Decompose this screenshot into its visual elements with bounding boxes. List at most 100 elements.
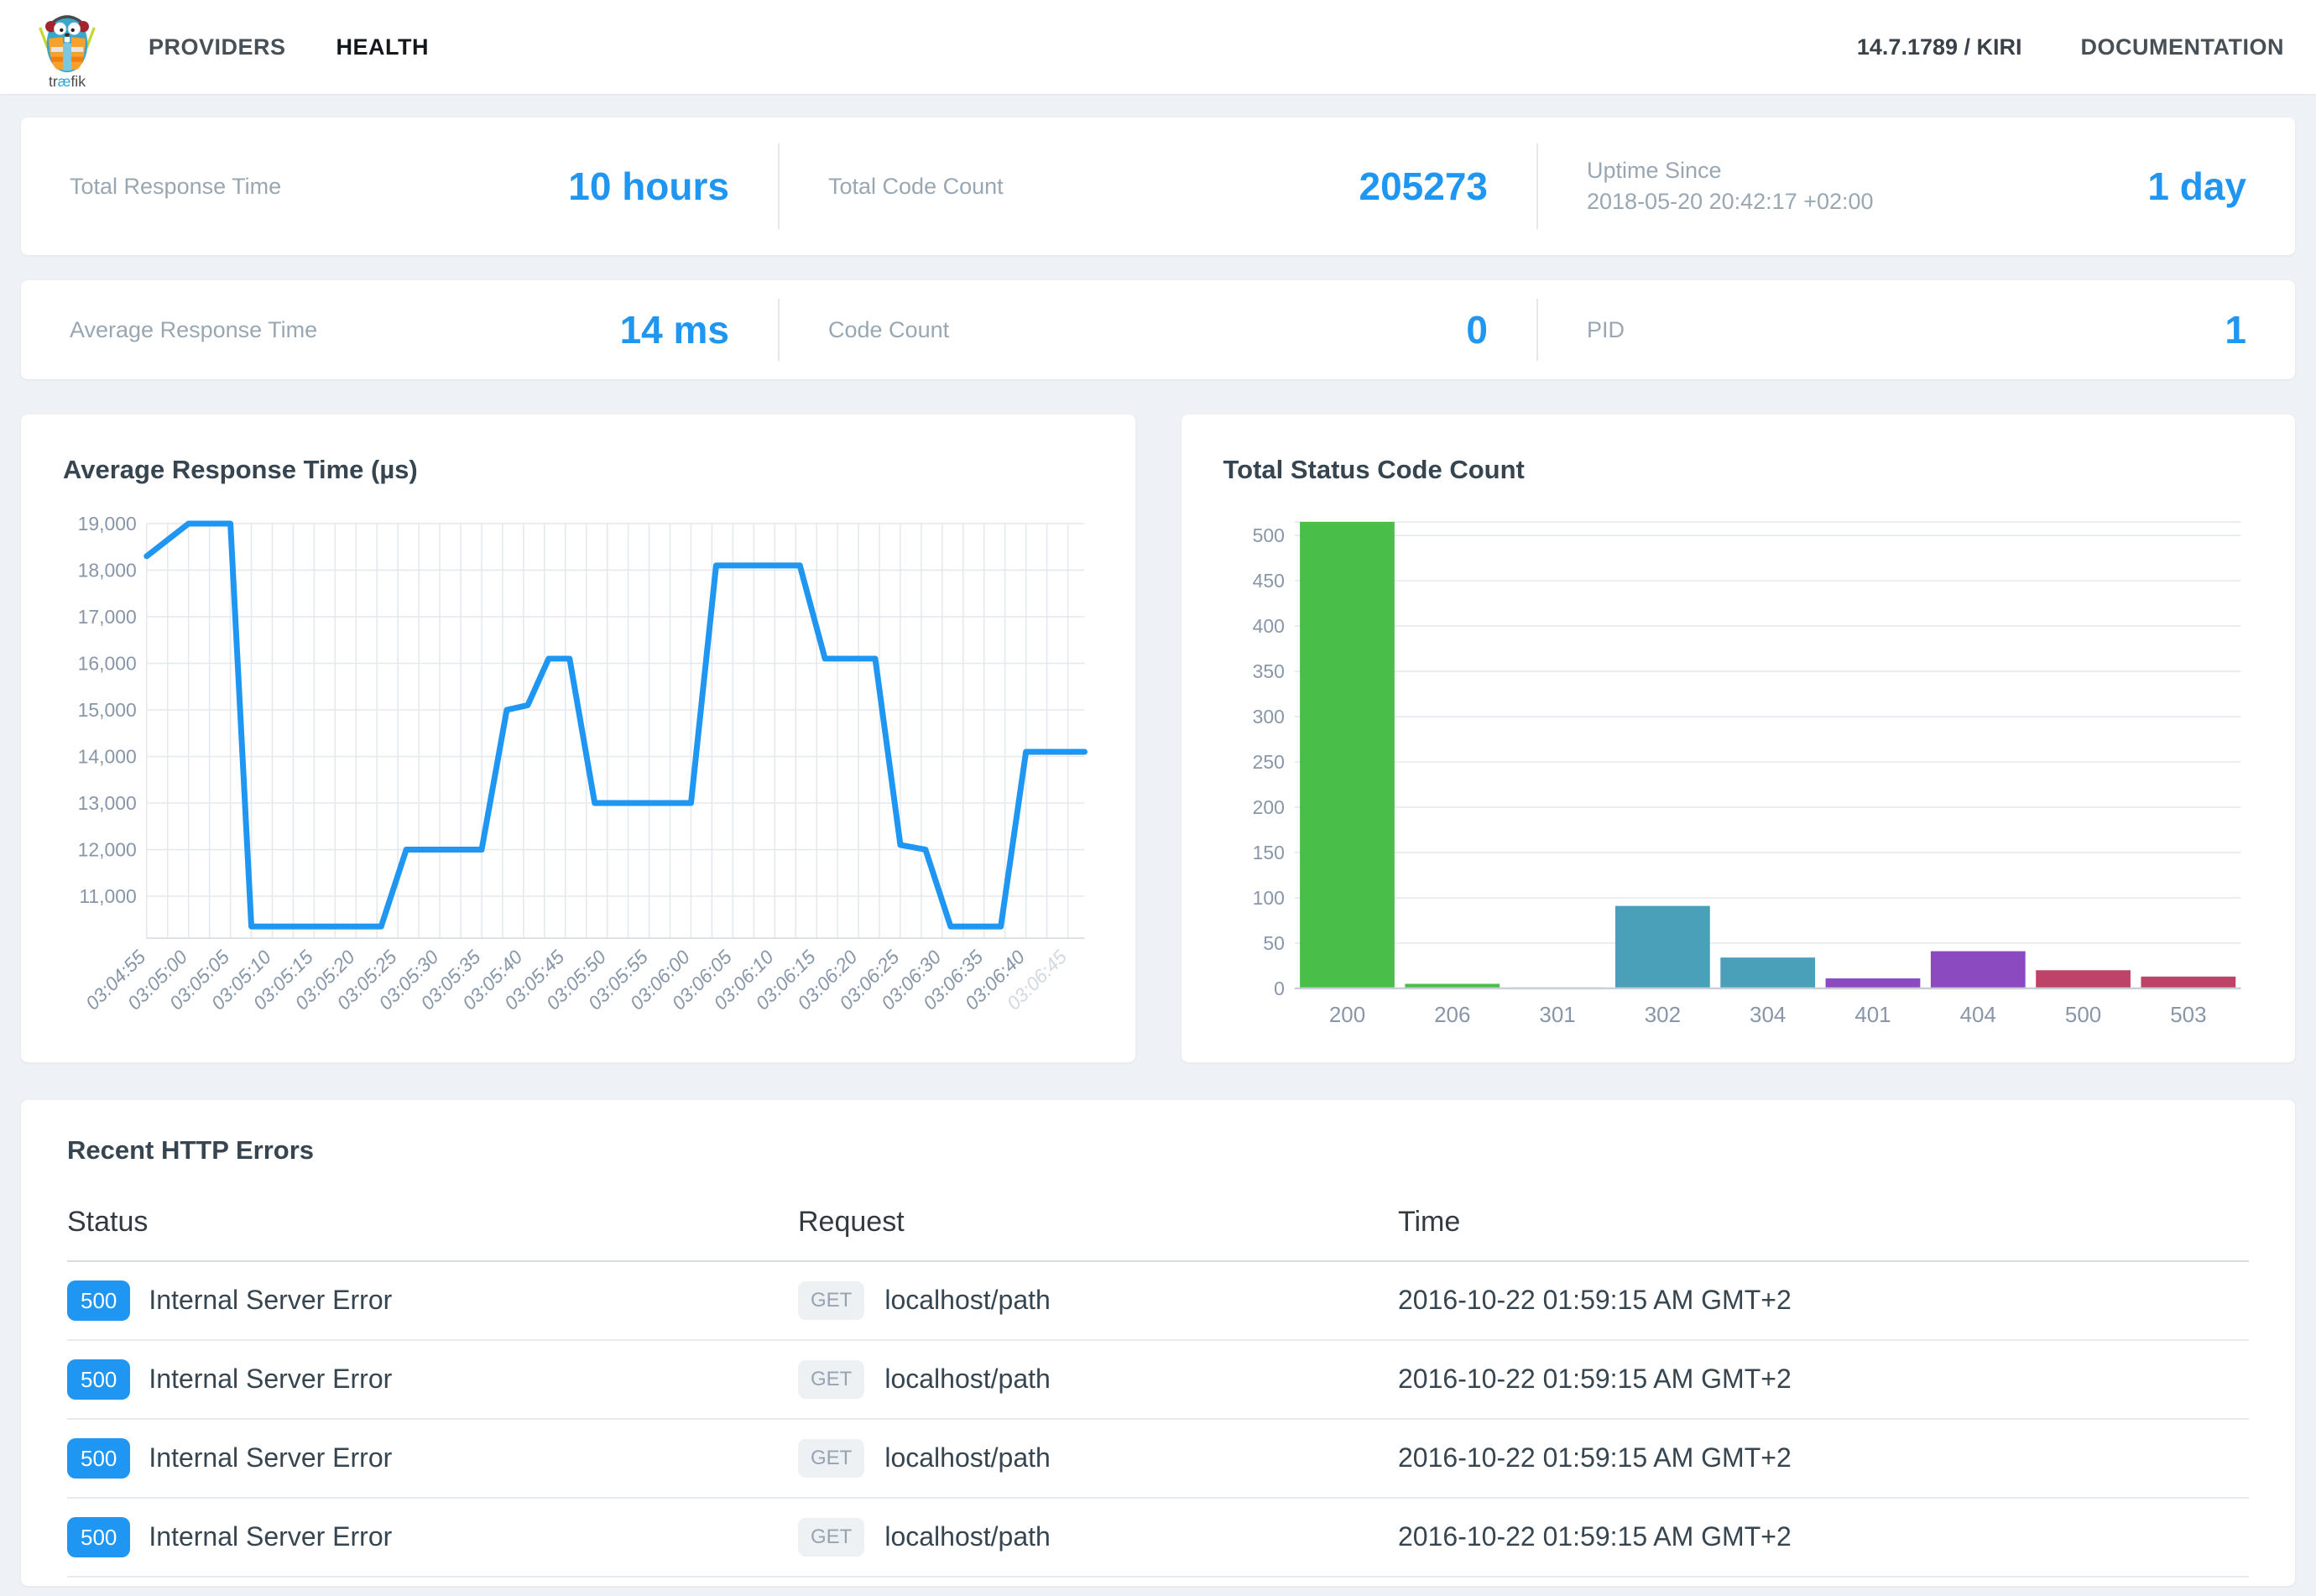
response-time-chart-title: Average Response Time (µs) <box>63 455 1093 485</box>
errors-table-header: Status Request Time <box>67 1197 2249 1262</box>
http-method-badge: GET <box>798 1281 864 1320</box>
errors-table: Status Request Time 500 Internal Server … <box>67 1197 2249 1578</box>
stat-value: 1 day <box>2147 164 2246 209</box>
main-content: Total Response Time 10 hours Total Code … <box>0 94 2316 1586</box>
svg-text:18,000: 18,000 <box>78 559 137 581</box>
stat-total-code-count: Total Code Count 205273 <box>780 117 1536 255</box>
stat-value: 205273 <box>1359 164 1489 209</box>
svg-text:14,000: 14,000 <box>78 745 137 767</box>
svg-text:200: 200 <box>1252 796 1284 818</box>
status-code-badge: 500 <box>67 1359 130 1400</box>
svg-text:404: 404 <box>1959 1004 1995 1027</box>
table-row: 500 Internal Server Error GET localhost/… <box>67 1262 2249 1341</box>
status-code-badge: 500 <box>67 1280 130 1321</box>
status-code-bar-chart: 0 50 100 150 200 250 300 350 400 450 500 200 206 301 3… <box>1223 514 2254 1037</box>
nav-link-health[interactable]: HEALTH <box>336 34 430 60</box>
column-header-time: Time <box>1398 1206 2249 1239</box>
table-row: 500 Internal Server Error GET localhost/… <box>67 1420 2249 1499</box>
http-method-badge: GET <box>798 1360 864 1399</box>
nav-link-documentation[interactable]: DOCUMENTATION <box>2081 34 2284 60</box>
status-text: Internal Server Error <box>149 1521 392 1552</box>
svg-text:304: 304 <box>1750 1004 1786 1027</box>
brand-logo[interactable]: træfik <box>32 3 102 91</box>
svg-text:301: 301 <box>1539 1004 1575 1027</box>
svg-text:17,000: 17,000 <box>78 606 137 628</box>
svg-text:15,000: 15,000 <box>78 699 137 721</box>
stat-average-response-time: Average Response Time 14 ms <box>21 280 778 379</box>
stat-value: 10 hours <box>568 164 729 209</box>
status-text: Internal Server Error <box>149 1285 392 1316</box>
svg-text:302: 302 <box>1644 1004 1680 1027</box>
stat-value: 14 ms <box>620 307 729 352</box>
stat-total-response-time: Total Response Time 10 hours <box>21 117 778 255</box>
svg-text:500: 500 <box>2064 1004 2100 1027</box>
error-time: 2016-10-22 01:59:15 AM GMT+2 <box>1398 1442 2249 1473</box>
response-time-chart-panel: Average Response Time (µs) 11,00012,0001… <box>21 415 1135 1062</box>
svg-text:300: 300 <box>1252 706 1284 728</box>
nav-link-providers[interactable]: PROVIDERS <box>149 34 286 60</box>
http-method-badge: GET <box>798 1518 864 1557</box>
stats-card-averages: Average Response Time 14 ms Code Count 0… <box>21 280 2295 379</box>
request-path: localhost/path <box>884 1285 1050 1316</box>
stat-label: PID <box>1587 317 1625 343</box>
svg-text:50: 50 <box>1263 932 1285 954</box>
error-time: 2016-10-22 01:59:15 AM GMT+2 <box>1398 1521 2249 1552</box>
stat-label: Uptime Since <box>1587 158 1874 184</box>
svg-text:250: 250 <box>1252 751 1284 773</box>
svg-text:150: 150 <box>1252 842 1284 863</box>
svg-text:100: 100 <box>1252 887 1284 909</box>
stat-label: Average Response Time <box>70 317 317 343</box>
traefik-health-dashboard: træfik PROVIDERS HEALTH 14.7.1789 / KIRI… <box>0 0 2316 1596</box>
stat-value: 1 <box>2225 307 2246 352</box>
charts-row: Average Response Time (µs) 11,00012,0001… <box>21 415 2295 1062</box>
traefik-gopher-icon: træfik <box>32 3 102 91</box>
svg-text:503: 503 <box>2170 1004 2206 1027</box>
stat-uptime-since: Uptime Since 2018-05-20 20:42:17 +02:00 … <box>1538 117 2295 255</box>
svg-text:16,000: 16,000 <box>78 652 137 674</box>
stats-card-totals: Total Response Time 10 hours Total Code … <box>21 117 2295 255</box>
status-code-badge: 500 <box>67 1517 130 1557</box>
recent-http-errors-title: Recent HTTP Errors <box>67 1135 2249 1166</box>
svg-text:træfik: træfik <box>49 73 86 90</box>
stat-value: 0 <box>1466 307 1488 352</box>
stat-pid: PID 1 <box>1538 280 2295 379</box>
status-text: Internal Server Error <box>149 1442 392 1473</box>
column-header-status: Status <box>67 1206 798 1239</box>
error-time: 2016-10-22 01:59:15 AM GMT+2 <box>1398 1364 2249 1395</box>
stat-sublabel: 2018-05-20 20:42:17 +02:00 <box>1587 189 1874 215</box>
stat-label: Total Code Count <box>828 174 1004 200</box>
error-time: 2016-10-22 01:59:15 AM GMT+2 <box>1398 1285 2249 1316</box>
svg-text:11,000: 11,000 <box>79 885 136 907</box>
status-code-chart-title: Total Status Code Count <box>1223 455 2254 485</box>
svg-text:350: 350 <box>1252 660 1284 682</box>
response-time-line-chart: 11,000 12,000 13,000 14,000 15,000 16,000 17,0… <box>63 514 1093 1037</box>
http-method-badge: GET <box>798 1439 864 1478</box>
svg-text:12,000: 12,000 <box>78 838 137 860</box>
svg-text:401: 401 <box>1854 1004 1891 1027</box>
svg-text:200: 200 <box>1328 1004 1364 1027</box>
svg-text:500: 500 <box>1252 524 1284 546</box>
table-row: 500 Internal Server Error GET localhost/… <box>67 1499 2249 1578</box>
stat-label: Total Response Time <box>70 174 281 200</box>
status-text: Internal Server Error <box>149 1364 392 1395</box>
stat-label: Code Count <box>828 317 949 343</box>
version-text: 14.7.1789 / KIRI <box>1857 34 2022 60</box>
svg-text:450: 450 <box>1252 570 1284 592</box>
request-path: localhost/path <box>884 1521 1050 1552</box>
svg-text:0: 0 <box>1274 978 1285 999</box>
stat-code-count: Code Count 0 <box>780 280 1536 379</box>
navbar: træfik PROVIDERS HEALTH 14.7.1789 / KIRI… <box>0 0 2316 94</box>
svg-text:400: 400 <box>1252 615 1284 637</box>
request-path: localhost/path <box>884 1442 1050 1473</box>
column-header-request: Request <box>798 1206 1398 1239</box>
status-code-chart-panel: Total Status Code Count 0 50 100 150 200 250 3… <box>1181 415 2296 1062</box>
svg-text:19,000: 19,000 <box>78 514 137 535</box>
table-row: 500 Internal Server Error GET localhost/… <box>67 1341 2249 1420</box>
svg-text:13,000: 13,000 <box>78 792 137 814</box>
request-path: localhost/path <box>884 1364 1050 1395</box>
nav-right: 14.7.1789 / KIRI DOCUMENTATION <box>1857 34 2284 60</box>
svg-text:206: 206 <box>1434 1004 1470 1027</box>
recent-http-errors-panel: Recent HTTP Errors Status Request Time 5… <box>21 1100 2295 1586</box>
status-code-badge: 500 <box>67 1438 130 1479</box>
nav-links: PROVIDERS HEALTH <box>149 34 429 60</box>
